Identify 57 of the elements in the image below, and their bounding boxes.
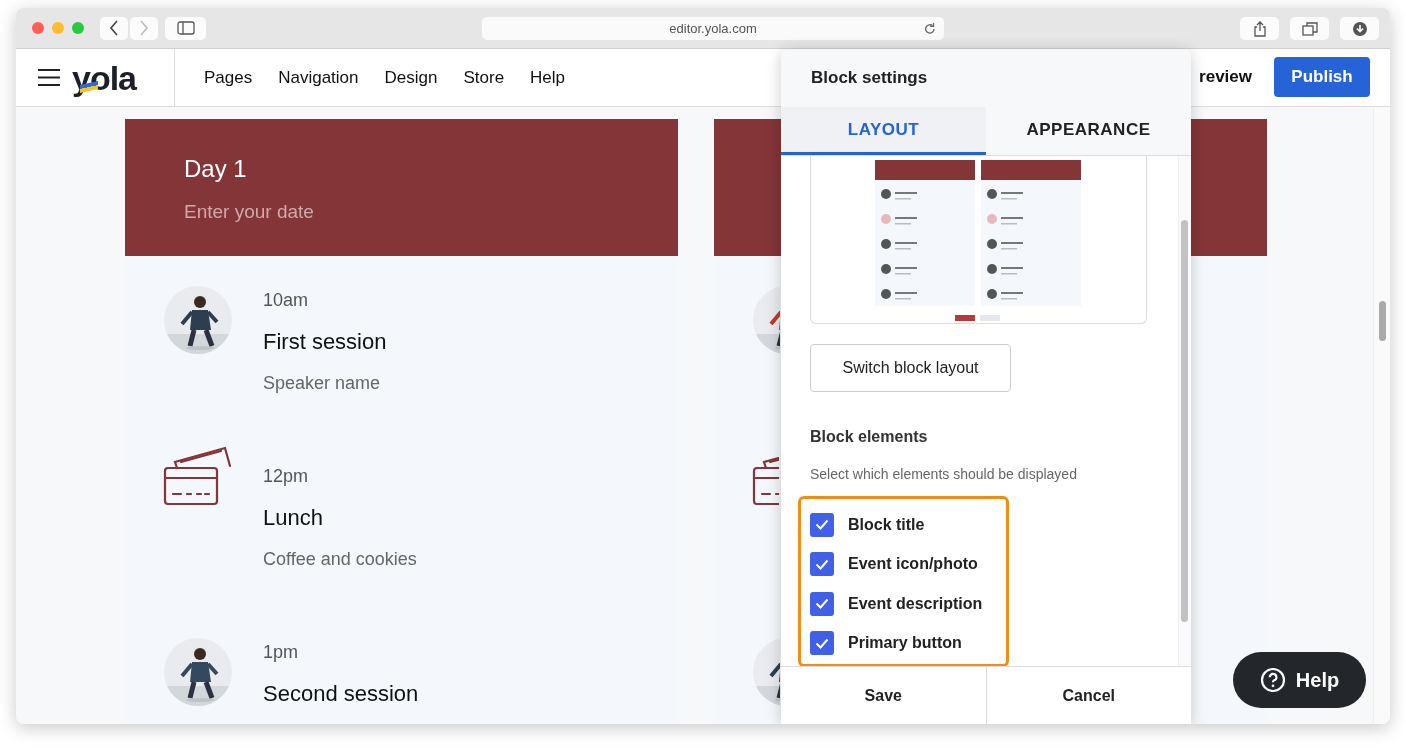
check-icon: [815, 519, 829, 531]
checkbox[interactable]: [810, 512, 834, 537]
menu-item[interactable]: Store: [450, 67, 518, 88]
section-heading: Block elements: [810, 428, 928, 446]
sidebar-button[interactable]: [165, 16, 206, 40]
checkbox[interactable]: [810, 552, 834, 577]
session-subtitle[interactable]: Coffee and cookies: [263, 549, 417, 570]
session-title[interactable]: Lunch: [263, 505, 323, 531]
tabs-icon: [1301, 21, 1318, 36]
date-text[interactable]: Enter your date: [184, 201, 314, 223]
session-title[interactable]: First session: [263, 329, 387, 355]
help-icon: [1259, 667, 1286, 693]
section-hint: Select which elements should be displayed: [810, 466, 1077, 482]
chevron-left-icon: [109, 20, 119, 36]
save-button[interactable]: Save: [781, 667, 986, 724]
preview-button[interactable]: review: [1199, 67, 1252, 87]
panel-title: Block settings: [811, 68, 928, 88]
cancel-button[interactable]: Cancel: [985, 667, 1191, 724]
switch-layout-button[interactable]: Switch block layout: [810, 344, 1011, 392]
share-icon: [1252, 20, 1267, 37]
sidebar-icon: [176, 21, 195, 35]
menu-item[interactable]: Help: [517, 67, 579, 88]
checkbox[interactable]: [810, 631, 834, 656]
scrollbar-thumb[interactable]: [1379, 301, 1386, 341]
checkbox[interactable]: [810, 591, 834, 616]
layout-preview[interactable]: [810, 156, 1147, 324]
session-time[interactable]: 10am: [263, 290, 309, 311]
checkbox-label[interactable]: Event description: [848, 594, 983, 613]
downloads-button[interactable]: [1340, 17, 1379, 40]
session-time[interactable]: 12pm: [263, 466, 309, 487]
back-button[interactable]: [100, 16, 128, 40]
share-button[interactable]: [1240, 17, 1279, 40]
chevron-right-icon: [139, 20, 149, 36]
menu-item[interactable]: Design: [371, 67, 451, 88]
day-title[interactable]: Day 1: [184, 155, 247, 183]
reload-icon[interactable]: [924, 22, 936, 35]
address-bar[interactable]: editor.yola.com: [482, 17, 944, 40]
session-time[interactable]: 1pm: [263, 642, 298, 663]
menu-item[interactable]: Navigation: [265, 67, 372, 88]
checkbox-label[interactable]: Event icon/photo: [848, 555, 978, 574]
checkbox-label[interactable]: Block title: [848, 515, 925, 534]
check-icon: [815, 598, 829, 610]
tab[interactable]: LAYOUT: [781, 107, 986, 155]
help-button[interactable]: Help: [1233, 652, 1366, 708]
publish-button[interactable]: Publish: [1274, 57, 1370, 97]
tab[interactable]: APPEARANCE: [986, 107, 1191, 155]
scrollbar-thumb[interactable]: [1181, 220, 1188, 622]
download-icon: [1351, 20, 1368, 37]
session-title[interactable]: Second session: [263, 681, 419, 707]
tabs-button[interactable]: [1290, 17, 1329, 40]
check-icon: [815, 637, 829, 649]
checkbox-label[interactable]: Primary button: [848, 634, 962, 653]
menu-item[interactable]: Pages: [191, 67, 266, 88]
check-icon: [815, 558, 829, 570]
session-subtitle[interactable]: Speaker name: [263, 373, 381, 394]
menu-icon[interactable]: [38, 69, 60, 86]
credit-cards-icon: [163, 446, 233, 508]
